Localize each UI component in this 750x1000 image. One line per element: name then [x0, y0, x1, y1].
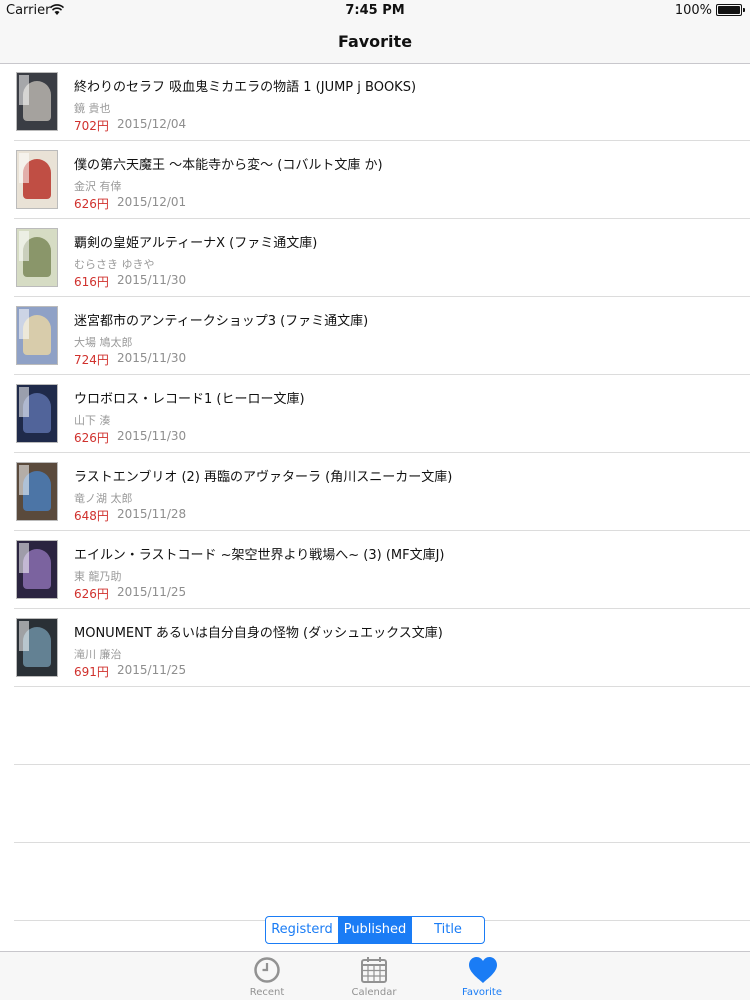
navigation-bar: Favorite — [0, 20, 750, 64]
book-row[interactable]: 覇剣の皇姫アルティーナX (ファミ通文庫) むらさき ゆきや 616円 2015… — [14, 219, 750, 297]
book-price: 616円 — [74, 275, 109, 289]
book-release-date: 2015/11/30 — [117, 351, 187, 365]
status-bar: Carrier 7:45 PM 100% — [0, 0, 750, 20]
book-title: ラストエンブリオ (2) 再臨のアヴァターラ (角川スニーカー文庫) — [74, 470, 453, 485]
book-author: 東 龍乃助 — [74, 570, 122, 583]
book-row[interactable]: ウロボロス・レコード1 (ヒーロー文庫) 山下 湊 626円 2015/11/3… — [14, 375, 750, 453]
book-price: 724円 — [74, 353, 109, 367]
tab-calendar[interactable]: Calendar — [334, 952, 414, 1000]
book-price: 626円 — [74, 587, 109, 601]
book-author: むらさき ゆきや — [74, 258, 155, 271]
book-cover-image — [16, 540, 58, 599]
clock-icon — [254, 957, 280, 983]
empty-row — [14, 687, 750, 765]
calendar-icon — [361, 957, 387, 983]
book-release-date: 2015/12/04 — [117, 117, 187, 131]
book-title: エイルン・ラストコード ~架空世界より戦場へ~ (3) (MF文庫J) — [74, 548, 445, 563]
book-price: 702円 — [74, 119, 109, 133]
book-price: 626円 — [74, 431, 109, 445]
book-author: 大場 鳩太郎 — [74, 336, 133, 349]
book-row[interactable]: MONUMENT あるいは自分自身の怪物 (ダッシュエックス文庫) 滝川 廉治 … — [14, 609, 750, 687]
segment-title[interactable]: Title — [412, 917, 484, 943]
book-price: 648円 — [74, 509, 109, 523]
book-row[interactable]: エイルン・ラストコード ~架空世界より戦場へ~ (3) (MF文庫J) 東 龍乃… — [14, 531, 750, 609]
book-cover-image — [16, 462, 58, 521]
book-title: 覇剣の皇姫アルティーナX (ファミ通文庫) — [74, 236, 318, 251]
battery-percent: 100% — [674, 3, 712, 18]
tab-recent-label: Recent — [249, 987, 285, 998]
page-title: Favorite — [337, 32, 413, 51]
book-title: 僕の第六天魔王 〜本能寺から変〜 (コバルト文庫 か) — [74, 158, 383, 173]
book-cover-image — [16, 618, 58, 677]
book-row[interactable]: 僕の第六天魔王 〜本能寺から変〜 (コバルト文庫 か) 金沢 有倖 626円 2… — [14, 141, 750, 219]
book-row[interactable]: 迷宮都市のアンティークショップ3 (ファミ通文庫) 大場 鳩太郎 724円 20… — [14, 297, 750, 375]
book-price: 691円 — [74, 665, 109, 679]
book-cover-image — [16, 384, 58, 443]
tab-calendar-label: Calendar — [351, 987, 397, 998]
book-row[interactable]: 終わりのセラフ 吸血鬼ミカエラの物語 1 (JUMP j BOOKS) 鏡 貴也… — [14, 63, 750, 141]
book-row[interactable]: ラストエンブリオ (2) 再臨のアヴァターラ (角川スニーカー文庫) 竜ノ湖 太… — [14, 453, 750, 531]
book-author: 金沢 有倖 — [74, 180, 122, 193]
book-price: 626円 — [74, 197, 109, 211]
book-cover-image — [16, 72, 58, 131]
book-author: 鏡 貴也 — [74, 102, 111, 115]
book-cover-image — [16, 228, 58, 287]
battery-icon — [716, 4, 745, 16]
empty-row — [14, 765, 750, 843]
book-title: MONUMENT あるいは自分自身の怪物 (ダッシュエックス文庫) — [74, 626, 443, 641]
tab-recent[interactable]: Recent — [227, 952, 307, 1000]
book-release-date: 2015/11/25 — [117, 585, 187, 599]
book-author: 竜ノ湖 太郎 — [74, 492, 133, 505]
book-release-date: 2015/11/28 — [117, 507, 187, 521]
book-author: 山下 湊 — [74, 414, 111, 427]
sort-segmented-control: Registerd Published Title — [265, 916, 485, 944]
tab-favorite[interactable]: Favorite — [442, 952, 522, 1000]
book-author: 滝川 廉治 — [74, 648, 122, 661]
book-release-date: 2015/12/01 — [117, 195, 187, 209]
book-cover-image — [16, 150, 58, 209]
book-title: 終わりのセラフ 吸血鬼ミカエラの物語 1 (JUMP j BOOKS) — [74, 80, 417, 95]
book-title: ウロボロス・レコード1 (ヒーロー文庫) — [74, 392, 305, 407]
segment-published[interactable]: Published — [339, 917, 412, 943]
heart-icon — [469, 957, 497, 983]
tab-favorite-label: Favorite — [462, 987, 502, 998]
book-release-date: 2015/11/30 — [117, 429, 187, 443]
clock: 7:45 PM — [345, 3, 405, 18]
segment-registered[interactable]: Registerd — [266, 917, 339, 943]
book-cover-image — [16, 306, 58, 365]
book-list: 終わりのセラフ 吸血鬼ミカエラの物語 1 (JUMP j BOOKS) 鏡 貴也… — [0, 63, 750, 921]
book-release-date: 2015/11/30 — [117, 273, 187, 287]
empty-row — [14, 843, 750, 921]
book-title: 迷宮都市のアンティークショップ3 (ファミ通文庫) — [74, 314, 369, 329]
tab-bar: Recent Calendar Favorite — [0, 951, 750, 1000]
book-release-date: 2015/11/25 — [117, 663, 187, 677]
